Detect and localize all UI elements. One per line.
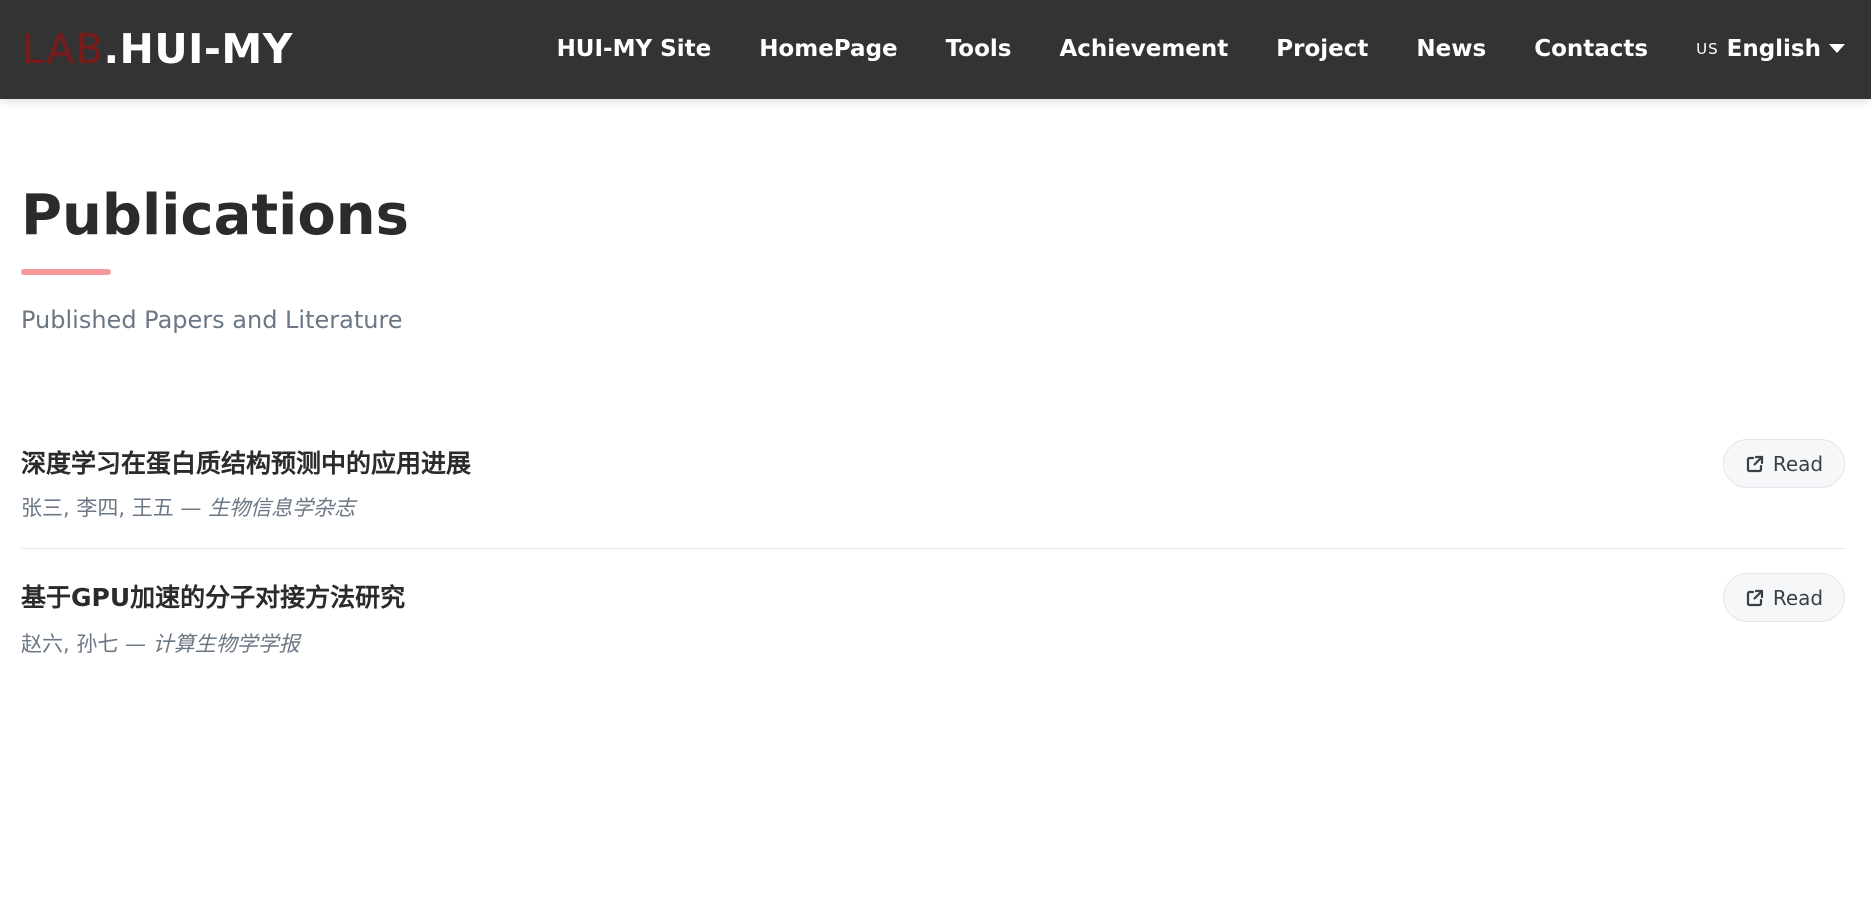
main-nav: HUI-MY Site HomePage Tools Achievement P… [533,0,1845,99]
nav-item-achievement[interactable]: Achievement [1035,0,1252,99]
read-button-label: Read [1772,585,1824,610]
nav-item-news[interactable]: News [1392,0,1510,99]
publication-title: 深度学习在蛋白质结构预测中的应用进展 [21,449,472,478]
read-button[interactable]: Read [1723,573,1845,622]
page-subtitle: Published Papers and Literature [21,306,403,334]
nav-item-contacts[interactable]: Contacts [1510,0,1672,99]
publication-item: 深度学习在蛋白质结构预测中的应用进展 张三, 李四, 王五 — 生物信息学杂志 … [21,99,1845,520]
nav-item-homepage[interactable]: HomePage [735,0,921,99]
read-button-label: Read [1772,451,1824,476]
top-navbar: LAB.HUI-MY HUI-MY Site HomePage Tools Ac… [0,0,1871,99]
logo-prefix: LAB [22,25,104,73]
language-label: English [1726,36,1821,62]
us-flag-icon: US [1696,40,1719,58]
nav-item-hui-my-site[interactable]: HUI-MY Site [533,0,736,99]
logo-main: .HUI-MY [103,25,293,73]
publication-title: 基于GPU加速的分子对接方法研究 [21,583,406,612]
title-underline [21,269,111,275]
chevron-down-icon [1829,44,1845,53]
publication-meta: 张三, 李四, 王五 — 生物信息学杂志 [21,492,355,522]
site-logo[interactable]: LAB.HUI-MY [22,29,293,70]
publication-journal: 计算生物学学报 [152,632,300,656]
external-link-icon [1746,589,1763,606]
nav-item-project[interactable]: Project [1252,0,1392,99]
publication-authors: 赵六, 孙七 — [21,632,147,656]
nav-item-tools[interactable]: Tools [922,0,1036,99]
publication-journal: 生物信息学杂志 [208,496,356,520]
language-selector[interactable]: US English [1672,0,1845,99]
read-button[interactable]: Read [1723,439,1845,488]
publication-authors: 张三, 李四, 王五 — [21,496,202,520]
external-link-icon [1746,455,1763,472]
publication-meta: 赵六, 孙七 — 计算生物学学报 [21,628,300,658]
